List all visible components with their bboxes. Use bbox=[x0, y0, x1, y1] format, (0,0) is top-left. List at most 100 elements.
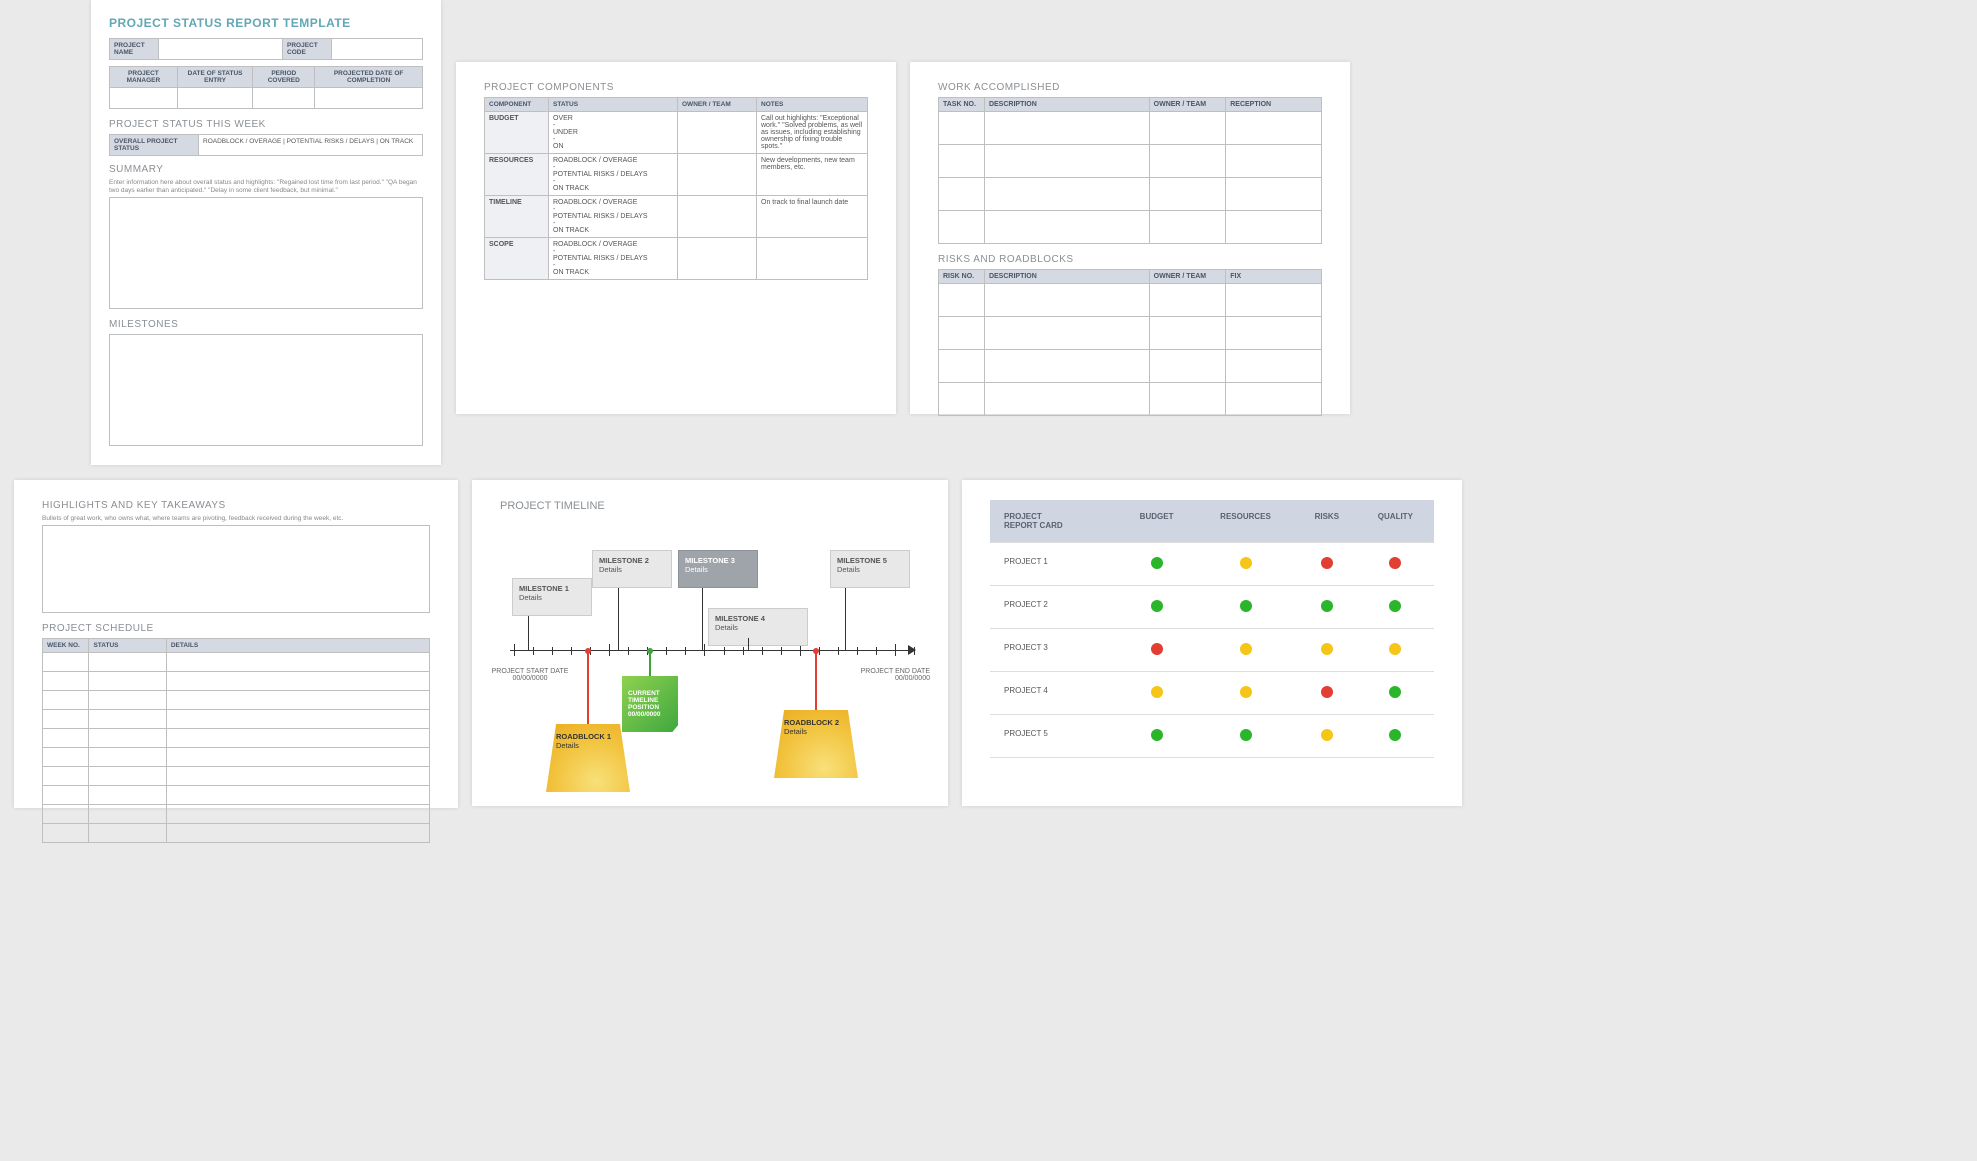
table-cell[interactable] bbox=[89, 785, 166, 804]
h-period: PERIOD COVERED bbox=[253, 67, 315, 88]
summary-title: SUMMARY bbox=[109, 164, 423, 175]
table-cell[interactable] bbox=[1149, 178, 1226, 211]
table-cell[interactable] bbox=[166, 690, 429, 709]
table-cell[interactable] bbox=[939, 317, 985, 350]
table-cell[interactable] bbox=[43, 728, 89, 747]
table-cell[interactable] bbox=[1149, 383, 1226, 416]
table-cell[interactable] bbox=[166, 709, 429, 728]
table-cell[interactable] bbox=[939, 178, 985, 211]
table-cell[interactable] bbox=[1226, 112, 1322, 145]
table-cell[interactable] bbox=[1149, 317, 1226, 350]
component-notes[interactable]: New developments, new team members, etc. bbox=[757, 154, 868, 196]
table-cell[interactable] bbox=[1149, 145, 1226, 178]
table-cell[interactable] bbox=[89, 652, 166, 671]
col-header: DESCRIPTION bbox=[984, 270, 1149, 284]
table-cell[interactable] bbox=[43, 671, 89, 690]
table-cell[interactable] bbox=[984, 383, 1149, 416]
table-cell[interactable] bbox=[166, 671, 429, 690]
component-status[interactable]: OVER - UNDER - ON bbox=[549, 112, 678, 154]
table-cell[interactable] bbox=[1226, 317, 1322, 350]
table-cell[interactable] bbox=[43, 766, 89, 785]
table-cell[interactable] bbox=[89, 690, 166, 709]
table-cell[interactable] bbox=[1226, 284, 1322, 317]
v-completion[interactable] bbox=[315, 88, 423, 109]
table-cell[interactable] bbox=[1226, 178, 1322, 211]
component-status[interactable]: ROADBLOCK / OVERAGE - POTENTIAL RISKS / … bbox=[549, 238, 678, 280]
table-cell[interactable] bbox=[984, 284, 1149, 317]
table-cell[interactable] bbox=[89, 823, 166, 842]
table-cell[interactable] bbox=[166, 785, 429, 804]
highlights-box[interactable] bbox=[42, 525, 430, 613]
table-cell[interactable] bbox=[1149, 211, 1226, 244]
table-cell[interactable] bbox=[1226, 350, 1322, 383]
table-cell[interactable] bbox=[166, 652, 429, 671]
table-cell[interactable] bbox=[939, 383, 985, 416]
axis-tick bbox=[609, 644, 610, 656]
table-row bbox=[939, 178, 1322, 211]
table-cell[interactable] bbox=[1149, 284, 1226, 317]
table-cell[interactable] bbox=[43, 690, 89, 709]
table-cell[interactable] bbox=[166, 804, 429, 823]
table-cell[interactable] bbox=[1149, 112, 1226, 145]
table-cell[interactable] bbox=[984, 145, 1149, 178]
table-cell[interactable] bbox=[984, 178, 1149, 211]
overall-status-label: OVERALL PROJECT STATUS bbox=[110, 135, 199, 156]
component-status[interactable]: ROADBLOCK / OVERAGE - POTENTIAL RISKS / … bbox=[549, 154, 678, 196]
v-pm[interactable] bbox=[110, 88, 178, 109]
table-cell[interactable] bbox=[939, 112, 985, 145]
table-cell[interactable] bbox=[43, 823, 89, 842]
table-cell[interactable] bbox=[1226, 383, 1322, 416]
component-owner[interactable] bbox=[678, 196, 757, 238]
table-cell[interactable] bbox=[984, 317, 1149, 350]
rc-status-cell bbox=[1194, 629, 1297, 672]
table-cell[interactable] bbox=[1226, 211, 1322, 244]
cell-project-name-value[interactable] bbox=[159, 39, 283, 60]
table-cell[interactable] bbox=[43, 709, 89, 728]
milestones-box[interactable] bbox=[109, 334, 423, 446]
v-period[interactable] bbox=[253, 88, 315, 109]
status-dot-icon bbox=[1321, 557, 1333, 569]
status-dot-icon bbox=[1240, 686, 1252, 698]
table-cell[interactable] bbox=[984, 211, 1149, 244]
col-header: FIX bbox=[1226, 270, 1322, 284]
component-notes[interactable]: Call out highlights: "Exceptional work."… bbox=[757, 112, 868, 154]
table-cell[interactable] bbox=[166, 747, 429, 766]
component-owner[interactable] bbox=[678, 154, 757, 196]
table-cell[interactable] bbox=[984, 350, 1149, 383]
table-cell[interactable] bbox=[939, 211, 985, 244]
table-cell[interactable] bbox=[89, 766, 166, 785]
table-cell[interactable] bbox=[1149, 350, 1226, 383]
component-notes[interactable] bbox=[757, 238, 868, 280]
table-cell[interactable] bbox=[166, 823, 429, 842]
status-dot-icon bbox=[1240, 729, 1252, 741]
table-cell[interactable] bbox=[939, 284, 985, 317]
table-cell[interactable] bbox=[1226, 145, 1322, 178]
table-cell[interactable] bbox=[166, 728, 429, 747]
component-row: RESOURCESROADBLOCK / OVERAGE - POTENTIAL… bbox=[485, 154, 868, 196]
table-cell[interactable] bbox=[43, 747, 89, 766]
component-notes[interactable]: On track to final launch date bbox=[757, 196, 868, 238]
table-cell[interactable] bbox=[89, 671, 166, 690]
component-owner[interactable] bbox=[678, 112, 757, 154]
overall-status-options[interactable]: ROADBLOCK / OVERAGE | POTENTIAL RISKS / … bbox=[199, 135, 423, 156]
table-cell[interactable] bbox=[89, 747, 166, 766]
table-cell[interactable] bbox=[939, 145, 985, 178]
highlights-title: HIGHLIGHTS AND KEY TAKEAWAYS bbox=[42, 500, 430, 511]
component-owner[interactable] bbox=[678, 238, 757, 280]
component-status[interactable]: ROADBLOCK / OVERAGE - POTENTIAL RISKS / … bbox=[549, 196, 678, 238]
table-cell[interactable] bbox=[43, 785, 89, 804]
table-row bbox=[43, 785, 430, 804]
summary-box[interactable] bbox=[109, 197, 423, 309]
cell-project-code-value[interactable] bbox=[332, 39, 423, 60]
table-cell[interactable] bbox=[984, 112, 1149, 145]
ms4-title: MILESTONE 4 bbox=[715, 614, 765, 623]
table-cell[interactable] bbox=[89, 709, 166, 728]
table-cell[interactable] bbox=[89, 804, 166, 823]
table-cell[interactable] bbox=[166, 766, 429, 785]
work-table: TASK NO.DESCRIPTIONOWNER / TEAMRECEPTION bbox=[938, 97, 1322, 244]
v-date-entry[interactable] bbox=[177, 88, 253, 109]
table-cell[interactable] bbox=[939, 350, 985, 383]
table-cell[interactable] bbox=[43, 804, 89, 823]
table-cell[interactable] bbox=[89, 728, 166, 747]
table-cell[interactable] bbox=[43, 652, 89, 671]
